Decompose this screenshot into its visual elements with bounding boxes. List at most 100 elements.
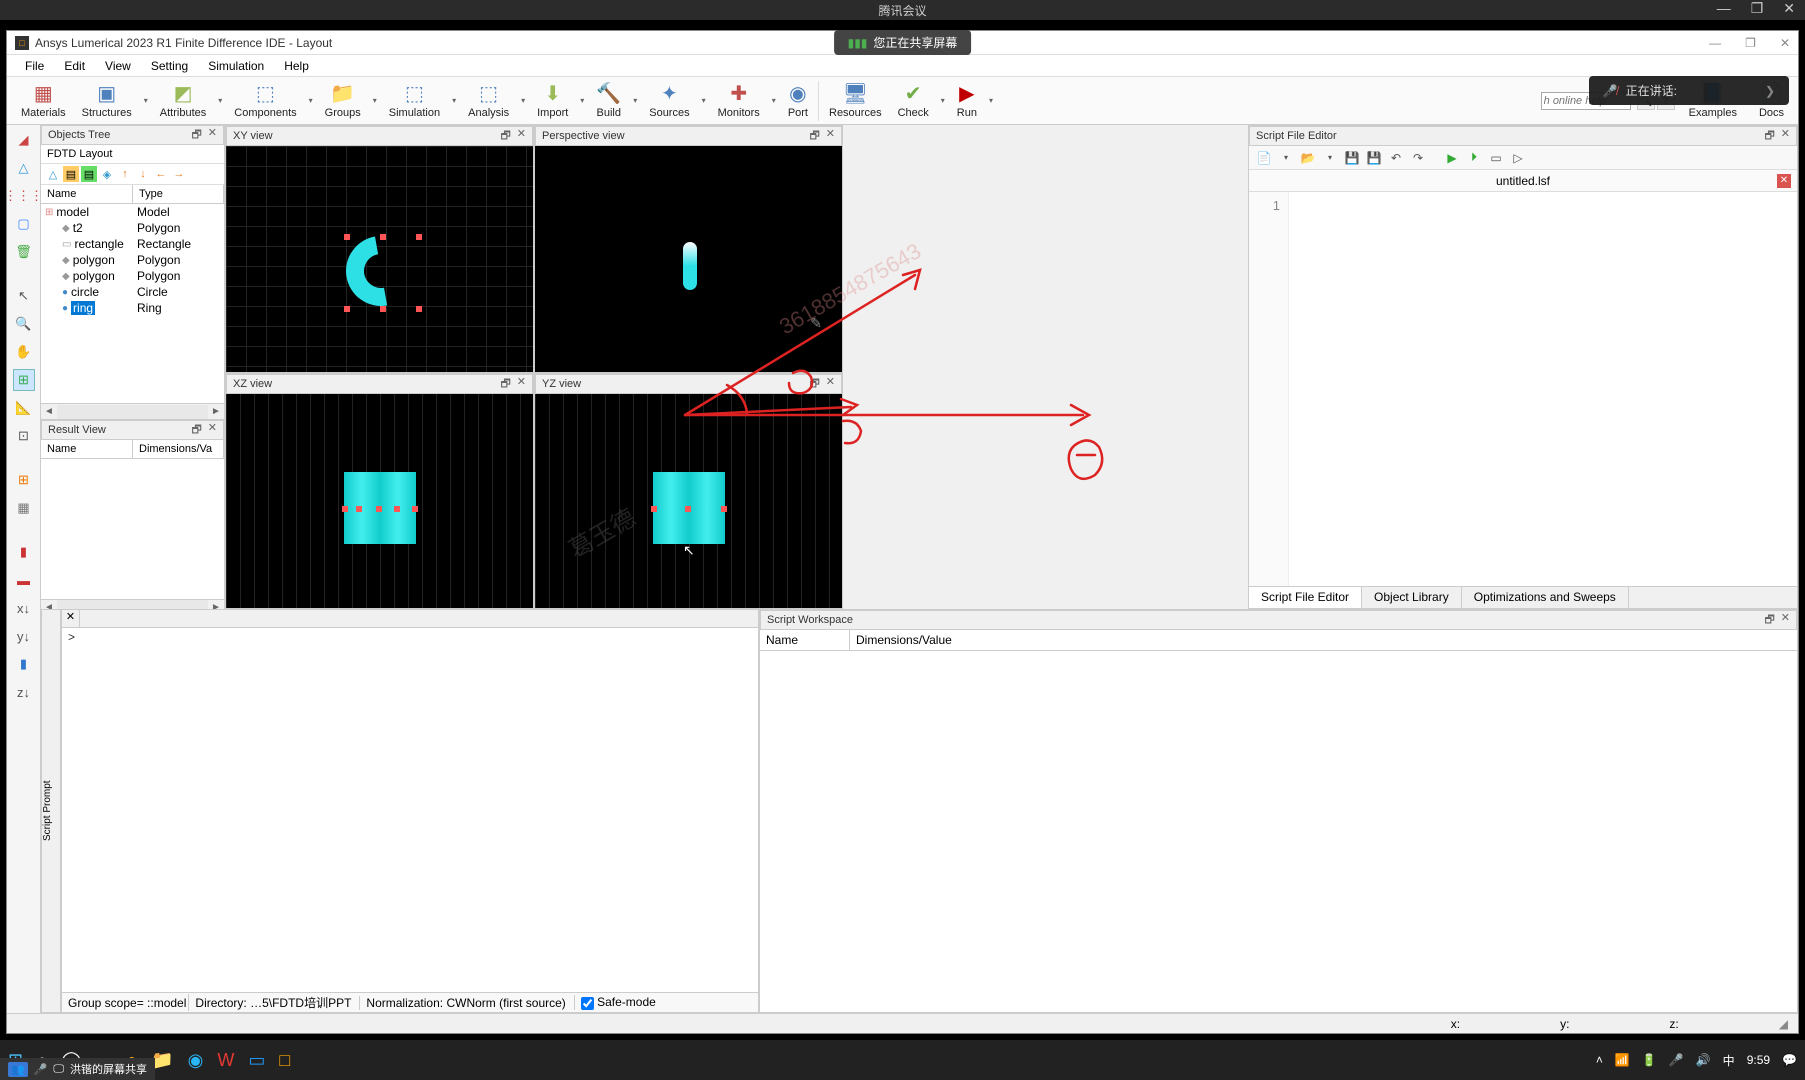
battery-icon[interactable]: 🔋 [1642,1053,1657,1067]
dropdown-icon[interactable]: ▾ [629,96,641,105]
close-prompt-icon[interactable]: ✕ [62,610,80,627]
restore-icon[interactable]: 🗗 [191,421,201,440]
tree-row[interactable]: ●ringRing [41,300,224,316]
tool-triangle-icon[interactable]: △ [13,157,35,179]
lumerical-icon[interactable]: □ [279,1050,290,1071]
prompt-input[interactable]: > [62,628,758,992]
dropdown-icon[interactable]: ▾ [140,96,152,105]
app-maximize-icon[interactable]: ❐ [1745,36,1756,50]
restore-icon[interactable]: 🗗 [500,375,510,394]
chevron-up-icon[interactable]: ˄ [1596,1053,1603,1067]
dropdown-icon[interactable]: ▾ [985,96,997,105]
port-button[interactable]: ◉Port [780,78,816,124]
chevron-icon[interactable]: ❯ [1765,84,1775,98]
tool-y-icon[interactable]: y↓ [13,625,35,647]
save-icon[interactable]: 💾 [1343,149,1361,167]
close-icon[interactable]: ✕ [1781,611,1790,630]
close-icon[interactable]: ✕ [208,421,217,440]
tree-row[interactable]: ⊞modelModel [41,204,224,220]
open-icon[interactable]: 📂 [1299,149,1317,167]
tree-tool-icon[interactable]: ▤ [81,166,97,182]
edge-icon[interactable]: ◉ [188,1050,204,1071]
app-minimize-icon[interactable]: — [1709,36,1721,50]
resources-button[interactable]: 🖥Resources [821,78,890,124]
move-right-icon[interactable]: → [171,166,187,182]
dropdown-icon[interactable]: ▾ [698,96,710,105]
wifi-icon[interactable]: 📶 [1615,1053,1630,1067]
tool-axis-icon[interactable]: ▮ [13,541,35,563]
new-file-icon[interactable]: 📄 [1255,149,1273,167]
tool-icon[interactable]: ⊞ [13,469,35,491]
resize-grip-icon[interactable]: ◢ [1779,1017,1788,1031]
tab-object-library[interactable]: Object Library [1362,587,1462,608]
safe-mode-checkbox[interactable] [581,997,594,1010]
tool-icon[interactable]: ▦ [13,497,35,519]
dropdown-icon[interactable]: ▾ [1321,149,1339,167]
sources-button[interactable]: ✦Sources [641,78,697,124]
tool-icon[interactable]: ⊡ [13,425,35,447]
tool-axis-icon[interactable]: ▮ [13,653,35,675]
attributes-button[interactable]: ◩Attributes [152,78,214,124]
tree-body[interactable]: ⊞modelModel◆t2Polygon▭rectangleRectangle… [41,204,224,403]
tree-tool-icon[interactable]: ▤ [63,166,79,182]
dropdown-icon[interactable]: ▾ [1277,149,1295,167]
dropdown-icon[interactable]: ▾ [768,96,780,105]
tool-measure-icon[interactable]: 📐 [13,397,35,419]
dropdown-icon[interactable]: ▾ [576,96,588,105]
wps-icon[interactable]: W [217,1050,234,1071]
restore-icon[interactable]: 🗗 [1764,611,1774,630]
mic-icon[interactable]: 🎤 [1669,1053,1684,1067]
close-icon[interactable]: ✕ [517,127,526,146]
close-icon[interactable]: ✕ [208,126,217,145]
restore-icon[interactable]: 🗗 [500,127,510,146]
monitors-button[interactable]: ✚Monitors [710,78,768,124]
tool-z-icon[interactable]: z↓ [13,681,35,703]
volume-icon[interactable]: 🔊 [1696,1053,1711,1067]
close-icon[interactable]: ✕ [1781,127,1790,146]
close-icon[interactable]: ✕ [826,375,835,394]
components-button[interactable]: ⬚Components [226,78,304,124]
tool-icon[interactable]: ◢ [13,129,35,151]
save-all-icon[interactable]: 💾 [1365,149,1383,167]
restore-icon[interactable]: 🗗 [809,375,819,394]
menu-view[interactable]: View [95,57,141,75]
tool-pan-icon[interactable]: ✋ [13,341,35,363]
menu-file[interactable]: File [15,57,54,75]
check-button[interactable]: ✔Check [890,78,937,124]
build-button[interactable]: 🔨Build [588,78,629,124]
analysis-button[interactable]: ⬚Analysis [460,78,517,124]
restore-icon[interactable]: 🗗 [1764,127,1774,146]
tool-grid-icon[interactable]: ⋮⋮⋮ [13,185,35,207]
yz-canvas[interactable]: ↖ 葛玉德 [535,394,842,608]
run-script-icon[interactable]: ▶ [1443,149,1461,167]
ime-label[interactable]: 中 [1723,1052,1735,1069]
tool-zoom-icon[interactable]: 🔍 [13,313,35,335]
menu-simulation[interactable]: Simulation [198,57,274,75]
app-close-icon[interactable]: ✕ [1780,36,1790,50]
close-icon[interactable]: ✕ [826,127,835,146]
materials-button[interactable]: ▦Materials [13,78,74,124]
tool-x-icon[interactable]: x↓ [13,597,35,619]
close-icon[interactable]: ✕ [1783,0,1795,17]
xy-canvas[interactable] [226,146,533,372]
menu-edit[interactable]: Edit [54,57,95,75]
close-icon[interactable]: ✕ [517,375,526,394]
groups-button[interactable]: 📁Groups [317,78,369,124]
move-left-icon[interactable]: ← [153,166,169,182]
tab-script-editor[interactable]: Script File Editor [1249,587,1362,608]
menu-setting[interactable]: Setting [141,57,198,75]
minimize-icon[interactable]: — [1717,0,1731,17]
dropdown-icon[interactable]: ▾ [517,96,529,105]
tree-row[interactable]: ▭rectangleRectangle [41,236,224,252]
move-up-icon[interactable]: ↑ [117,166,133,182]
undo-icon[interactable]: ↶ [1387,149,1405,167]
meeting-icon[interactable]: ▭ [248,1050,265,1071]
tree-row[interactable]: ◆polygonPolygon [41,268,224,284]
tab-optimizations[interactable]: Optimizations and Sweeps [1462,587,1629,608]
run-button[interactable]: ▶Run [949,78,985,124]
structures-button[interactable]: ▣Structures [74,78,140,124]
maximize-icon[interactable]: ❐ [1751,0,1764,17]
tool-select-icon[interactable]: ↖ [13,285,35,307]
close-tab-icon[interactable]: ✕ [1777,174,1791,188]
xz-canvas[interactable] [226,394,533,608]
